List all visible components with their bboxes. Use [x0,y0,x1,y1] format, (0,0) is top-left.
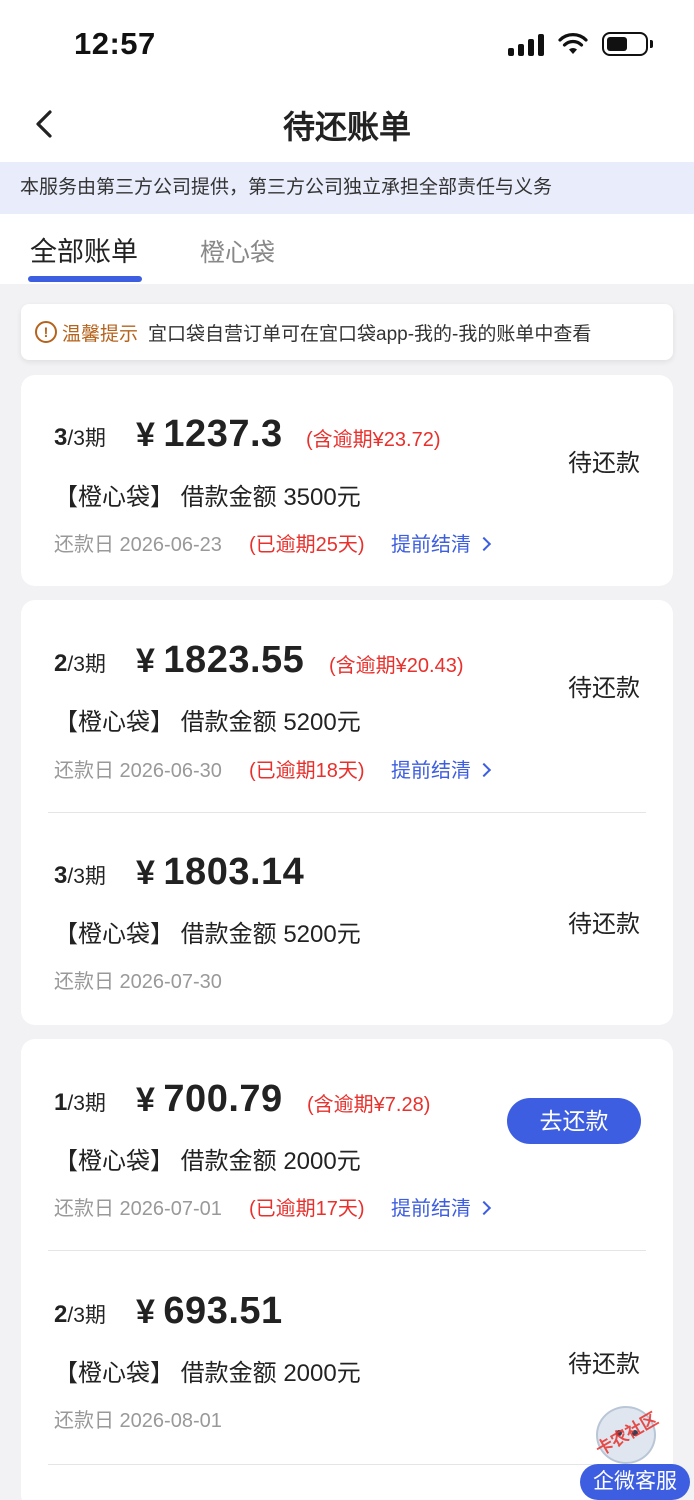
bill-status: 待还款 [568,1351,640,1378]
bill-period: 2/3期 [54,650,106,677]
status-bar: 12:57 [0,0,694,88]
divider [48,1464,646,1465]
early-payoff-link[interactable]: 提前结清 [391,754,492,783]
tab-all-bills[interactable]: 全部账单 [30,230,138,269]
bill-tabs: 全部账单 橙心袋 [0,214,694,284]
tab-chengxindai[interactable]: 橙心袋 [200,233,275,269]
bill-amount: ¥700.79 [136,1078,283,1120]
bill-card: 1/3期 ¥700.79 (含逾期¥7.28) 【橙心袋】 借款金额 2000元… [21,1039,673,1500]
tip-box: ! 温馨提示 宜口袋自营订单可在宜口袋app-我的-我的账单中查看 [21,304,673,360]
status-time: 12:57 [74,26,156,61]
bill-amount: ¥693.51 [136,1290,283,1332]
loan-info: 【橙心袋】 借款金额 5200元 [54,709,361,736]
battery-icon [602,32,653,56]
bill-period: 3/3期 [54,424,106,451]
loan-info: 【橙心袋】 借款金额 2000元 [54,1360,361,1387]
bill-period: 3/3期 [54,862,106,889]
repay-button[interactable]: 去还款 [507,1098,641,1144]
bill-period: 1/3期 [54,1089,106,1116]
due-date: 还款日 2026-07-30 [54,971,222,993]
page-title: 待还账单 [282,109,411,145]
bill-item[interactable]: 2/3期 ¥693.51 【橙心袋】 借款金额 2000元 还款日 2026-0… [21,1251,673,1463]
early-payoff-link[interactable]: 提前结清 [391,1192,492,1221]
bill-item[interactable]: 1/3期 ¥700.79 (含逾期¥7.28) 【橙心袋】 借款金额 2000元… [21,1039,673,1251]
loan-info: 【橙心袋】 借款金额 2000元 [54,1148,361,1175]
tip-text: 宜口袋自营订单可在宜口袋app-我的-我的账单中查看 [148,323,592,345]
status-icons [508,32,653,56]
due-date: 还款日 2026-08-01 [54,1410,222,1432]
bill-item[interactable]: 3/3期 ¥1803.14 【橙心袋】 借款金额 5200元 还款日 2026-… [21,813,673,1025]
bill-amount: ¥1823.55 [136,639,305,681]
wifi-icon [558,33,588,54]
third-party-notice: 本服务由第三方公司提供，第三方公司独立承担全部责任与义务 [0,162,694,214]
bill-item[interactable]: 3/3期 ¥1237.3 (含逾期¥23.72) 【橙心袋】 借款金额 3500… [21,375,673,586]
customer-service-float[interactable]: 卡农社区 企微客服 [580,1400,694,1500]
cellular-signal-icon [508,32,544,56]
loan-info: 【橙心袋】 借款金额 5200元 [54,921,361,948]
overdue-amount: (含逾期¥23.72) [306,429,441,451]
due-date: 还款日 2026-07-01 [54,1198,222,1220]
bill-period: 2/3期 [54,1301,106,1328]
chevron-right-icon [476,762,492,778]
overdue-amount: (含逾期¥20.43) [329,655,464,677]
bill-status: 待还款 [568,450,640,477]
tip-label: 温馨提示 [62,323,139,345]
nav-bar: 待还账单 [0,88,694,162]
info-icon: ! [35,321,57,343]
early-payoff-link[interactable]: 提前结清 [391,528,492,557]
bill-amount: ¥1237.3 [136,413,283,455]
bill-item[interactable]: 2/3期 ¥1823.55 (含逾期¥20.43) 【橙心袋】 借款金额 520… [21,600,673,812]
overdue-days: (已逾期18天) [249,760,365,782]
active-tab-indicator [28,276,142,282]
overdue-amount: (含逾期¥7.28) [307,1094,431,1116]
bill-amount: ¥1803.14 [136,851,305,893]
bill-status: 待还款 [568,675,640,702]
due-date: 还款日 2026-06-30 [54,760,222,782]
chevron-right-icon [476,536,492,552]
bill-card: 2/3期 ¥1823.55 (含逾期¥20.43) 【橙心袋】 借款金额 520… [21,600,673,1025]
due-date: 还款日 2026-06-23 [54,534,222,556]
overdue-days: (已逾期17天) [249,1198,365,1220]
overdue-days: (已逾期25天) [249,534,365,556]
loan-info: 【橙心袋】 借款金额 3500元 [54,484,361,511]
customer-service-button[interactable]: 企微客服 [580,1464,690,1500]
bill-status: 待还款 [568,911,640,938]
bill-card: 3/3期 ¥1237.3 (含逾期¥23.72) 【橙心袋】 借款金额 3500… [21,375,673,586]
chevron-right-icon [476,1200,492,1216]
